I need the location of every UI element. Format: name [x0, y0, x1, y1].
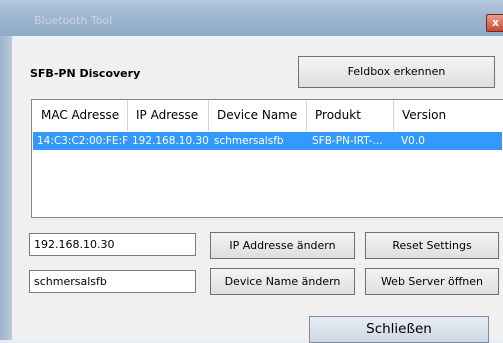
page-title: SFB-PN Discovery: [30, 67, 141, 80]
close-icon: x: [491, 16, 500, 29]
device-name-input[interactable]: schmersalsfb: [29, 270, 196, 293]
window-frame: [0, 36, 12, 340]
device-name-change-button[interactable]: Device Name ändern: [210, 268, 355, 295]
cell-ip: 192.168.10.30: [132, 135, 209, 147]
title-bar: Bluetooth Tool x: [0, 0, 503, 36]
cell-device-name: schmersalsfb: [214, 135, 284, 147]
web-server-open-button[interactable]: Web Server öffnen: [365, 268, 499, 295]
cell-mac: 14:C3:C2:00:FE:FF: [37, 135, 129, 147]
device-list[interactable]: MAC Adresse IP Adresse Device Name Produ…: [31, 99, 503, 218]
reset-settings-button[interactable]: Reset Settings: [365, 232, 499, 259]
close-window-button[interactable]: x: [486, 14, 503, 32]
ip-address-input[interactable]: 192.168.10.30: [29, 233, 196, 256]
cell-produkt: SFB-PN-IRT-...: [312, 135, 383, 147]
close-button[interactable]: Schließen: [309, 316, 489, 343]
column-header-ip[interactable]: IP Adresse: [128, 100, 209, 131]
table-row[interactable]: 14:C3:C2:00:FE:FF 192.168.10.30 schmersa…: [33, 132, 502, 150]
window-title: Bluetooth Tool: [34, 14, 113, 27]
column-header-device-name[interactable]: Device Name: [209, 100, 307, 131]
ip-address-change-button[interactable]: IP Addresse ändern: [210, 232, 355, 259]
column-header-version[interactable]: Version: [394, 100, 503, 131]
feldbox-erkennen-button[interactable]: Feldbox erkennen: [298, 56, 495, 88]
cell-version: V0.0: [401, 135, 425, 147]
dialog-body: SFB-PN Discovery Feldbox erkennen MAC Ad…: [12, 36, 503, 343]
column-header-mac[interactable]: MAC Adresse: [33, 100, 128, 131]
column-header-produkt[interactable]: Produkt: [307, 100, 394, 131]
